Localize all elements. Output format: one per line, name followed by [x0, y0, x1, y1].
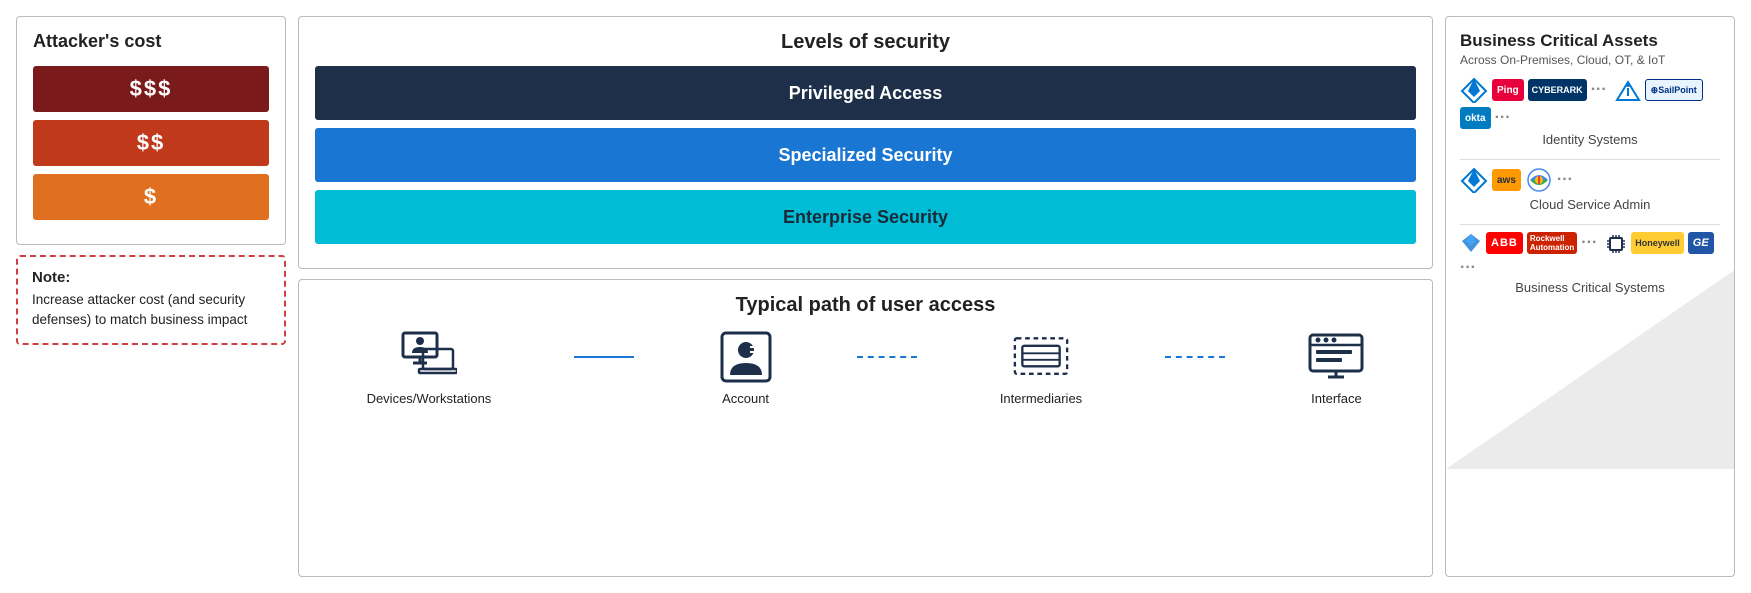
- path-node-interface: Interface: [1308, 329, 1364, 406]
- level-enterprise: Enterprise Security: [315, 190, 1416, 244]
- identity-label: Identity Systems: [1460, 132, 1720, 147]
- levels-title: Levels of security: [315, 31, 1416, 54]
- bca-subtitle: Across On-Premises, Cloud, OT, & IoT: [1460, 53, 1720, 67]
- note-box: Note: Increase attacker cost (and securi…: [16, 255, 286, 345]
- dots-cloud: ···: [1557, 171, 1573, 189]
- path-title: Typical path of user access: [315, 294, 1416, 317]
- note-text: Increase attacker cost (and security def…: [32, 290, 270, 331]
- identity-systems-section: Ping CYBERARK ··· ⊕SailPoint okta: [1460, 77, 1720, 147]
- divider-2: [1460, 224, 1720, 225]
- dots-identity-2: ···: [1495, 109, 1511, 127]
- account-icon: [718, 329, 774, 385]
- level-privileged: Privileged Access: [315, 66, 1416, 120]
- cost-bar-low: $: [33, 174, 269, 220]
- bcs-label: Business Critical Systems: [1460, 280, 1720, 295]
- connector-1: [574, 356, 634, 358]
- bcs-logos: ABB RockwellAutomation ···: [1460, 231, 1720, 277]
- cyberark-logo: CYBERARK: [1528, 79, 1587, 101]
- gcp-logo: [1525, 166, 1553, 194]
- intermediaries-label: Intermediaries: [1000, 391, 1082, 406]
- dots-identity-1: ···: [1591, 81, 1607, 99]
- dots-bcs-1: ···: [1581, 234, 1597, 252]
- path-node-account: Account: [718, 329, 774, 406]
- identity-logos: Ping CYBERARK ··· ⊕SailPoint okta: [1460, 77, 1720, 129]
- attacker-cost-box: Attacker's cost $$$ $$ $: [16, 16, 286, 245]
- cost-bar-mid: $$: [33, 120, 269, 166]
- okta-logo: okta: [1460, 107, 1491, 129]
- dots-bcs-2: ···: [1460, 259, 1476, 277]
- bcs-section: ABB RockwellAutomation ···: [1460, 231, 1720, 295]
- interface-icon: [1308, 329, 1364, 385]
- main-container: Attacker's cost $$$ $$ $ Note: Increase …: [0, 0, 1751, 593]
- cloud-service-section: aws ··· Cloud Service Admin: [1460, 166, 1720, 212]
- levels-box: Levels of security Privileged Access Spe…: [298, 16, 1433, 269]
- diamond-icon: [1460, 232, 1482, 254]
- ge-logo: GE: [1688, 232, 1714, 254]
- bca-title: Business Critical Assets: [1460, 31, 1720, 51]
- path-box: Typical path of user access: [298, 279, 1433, 577]
- note-title: Note:: [32, 269, 270, 286]
- devices-label: Devices/Workstations: [367, 391, 492, 406]
- abb-logo: ABB: [1486, 232, 1523, 254]
- azure-logo-identity: [1460, 77, 1488, 103]
- level-specialized: Specialized Security: [315, 128, 1416, 182]
- left-column: Attacker's cost $$$ $$ $ Note: Increase …: [16, 16, 286, 577]
- middle-column: Levels of security Privileged Access Spe…: [298, 16, 1433, 577]
- chip-icon: [1605, 233, 1627, 255]
- cloud-logos: aws ···: [1460, 166, 1720, 194]
- honeywell-logo: Honeywell: [1631, 232, 1684, 254]
- cost-bar-high: $$$: [33, 66, 269, 112]
- path-node-intermediaries: Intermediaries: [1000, 329, 1082, 406]
- connector-2-right: [1165, 356, 1225, 358]
- rockwell-logo: RockwellAutomation: [1527, 232, 1577, 254]
- path-flow: Devices/Workstations: [315, 329, 1416, 406]
- divider-1: [1460, 159, 1720, 160]
- bca-content: Business Critical Assets Across On-Premi…: [1460, 31, 1720, 307]
- cloud-label: Cloud Service Admin: [1460, 197, 1720, 212]
- ars-logo: [1615, 80, 1641, 102]
- sailpoint-logo: ⊕SailPoint: [1645, 79, 1703, 101]
- interface-label: Interface: [1311, 391, 1362, 406]
- path-node-devices: Devices/Workstations: [367, 329, 492, 406]
- devices-icon: [401, 329, 457, 385]
- aws-logo: aws: [1492, 169, 1521, 191]
- ping-logo: Ping: [1492, 79, 1524, 101]
- intermediaries-icon: [1013, 329, 1069, 385]
- attacker-cost-title: Attacker's cost: [33, 31, 269, 52]
- right-column: Business Critical Assets Across On-Premi…: [1445, 16, 1735, 577]
- account-label: Account: [722, 391, 769, 406]
- connector-2-left: [857, 356, 917, 358]
- azure-logo-cloud: [1460, 167, 1488, 193]
